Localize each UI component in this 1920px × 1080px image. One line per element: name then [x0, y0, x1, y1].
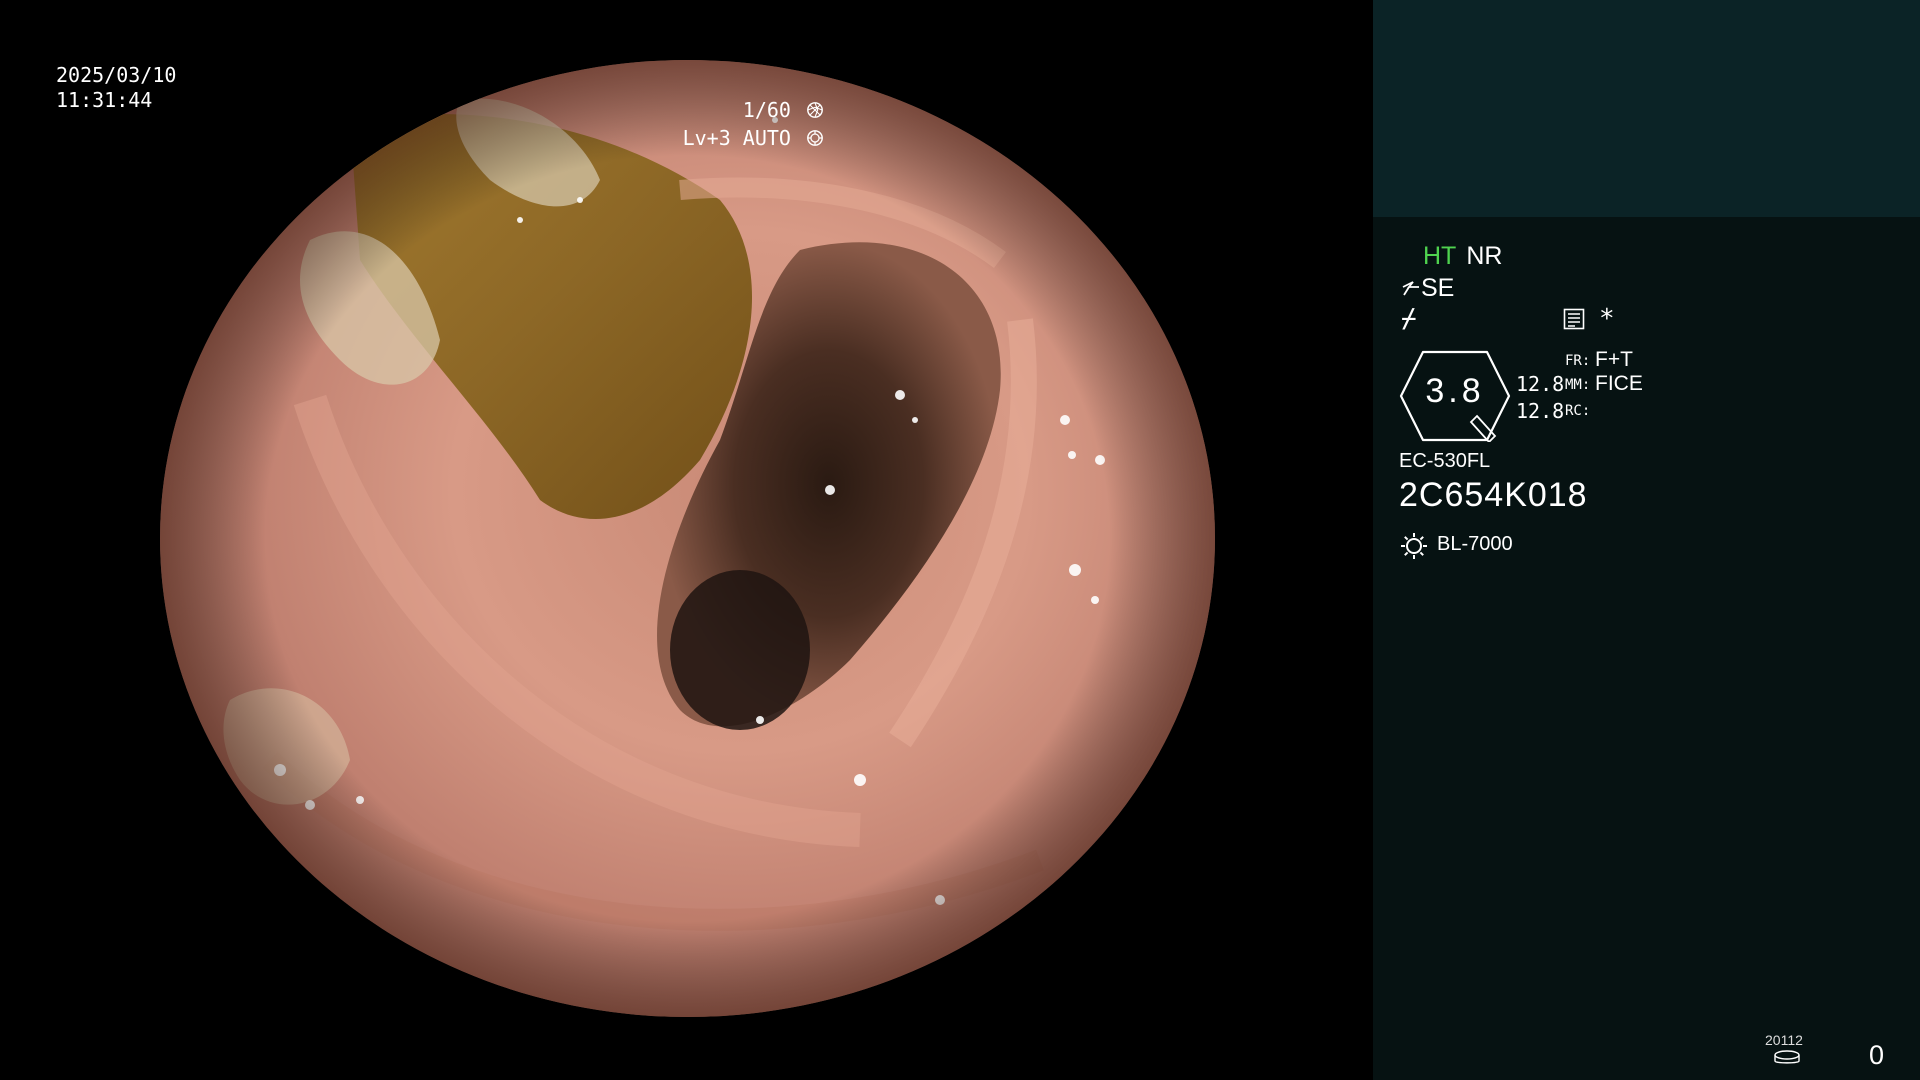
structure-enhance: SE [1401, 274, 1454, 303]
shutter-readout: 1/60 [743, 98, 824, 123]
aperture-icon [807, 102, 823, 118]
filter-arrow-icon [1402, 281, 1419, 296]
exposure-level: Lv+3 AUTO [683, 126, 824, 151]
mm-value: FICE [1595, 372, 1643, 395]
rc-label: RC: [1565, 403, 1591, 419]
processing-modes: HT NR [1423, 242, 1502, 271]
level-value: Lv+3 AUTO [682, 126, 791, 150]
disk-icon [1774, 1050, 1800, 1064]
record-counter-label: 20112 [1765, 1032, 1803, 1048]
time-stamp: 11:31:44 [56, 88, 153, 112]
mm-label: MM: [1565, 377, 1591, 393]
se-label: SE [1421, 274, 1455, 302]
fr-label: FR: [1565, 353, 1591, 369]
scope-model: EC-530FL [1399, 450, 1491, 472]
color-enhance-symbol: ⌿ [1401, 304, 1417, 334]
shutter-value: 1/60 [742, 98, 791, 122]
star-indicator: * [1599, 304, 1615, 334]
record-counter-value: 0 [1869, 1040, 1885, 1070]
lamp-icon [1401, 533, 1427, 559]
iris-icon [807, 130, 823, 146]
date-stamp: 2025/03/10 [56, 63, 177, 87]
scope-serial: 2C654K018 [1399, 476, 1588, 514]
value-1: 12.8 [1516, 372, 1565, 396]
ht-indicator: HT [1423, 242, 1457, 270]
value-2: 12.8 [1516, 399, 1565, 423]
gauge-value: 3.8 [1425, 372, 1485, 410]
status-panel: HT NR SE ⌿ * 3.8 12.8 12.8 FR: F+T MM: FI… [1373, 0, 1920, 1080]
light-source: BL-7000 [1437, 533, 1513, 555]
menu-list-icon [1563, 308, 1585, 330]
fr-value: F+T [1595, 348, 1633, 371]
endoscope-image [160, 60, 1215, 1017]
endoscope-scene [160, 60, 1215, 1017]
video-area: 2025/03/10 11:31:44 1/60 Lv+3 AUTO [0, 0, 1372, 1080]
nr-indicator: NR [1466, 242, 1503, 270]
thumbnail-area [1373, 0, 1920, 217]
